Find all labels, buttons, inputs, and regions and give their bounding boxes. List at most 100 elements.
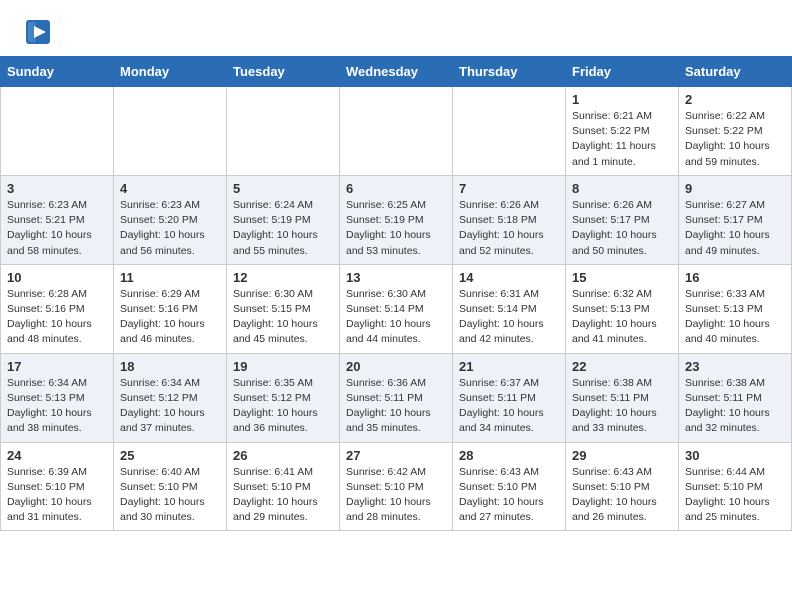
day-number: 30 bbox=[685, 448, 785, 463]
day-info: Sunrise: 6:30 AM Sunset: 5:15 PM Dayligh… bbox=[233, 287, 333, 348]
calendar-cell: 27 Sunrise: 6:42 AM Sunset: 5:10 PM Dayli… bbox=[340, 442, 453, 531]
day-number: 7 bbox=[459, 181, 559, 196]
day-number: 22 bbox=[572, 359, 672, 374]
calendar-week-row: 17 Sunrise: 6:34 AM Sunset: 5:13 PM Dayli… bbox=[1, 353, 792, 442]
day-info: Sunrise: 6:23 AM Sunset: 5:21 PM Dayligh… bbox=[7, 198, 107, 259]
day-number: 25 bbox=[120, 448, 220, 463]
calendar-cell: 17 Sunrise: 6:34 AM Sunset: 5:13 PM Dayli… bbox=[1, 353, 114, 442]
calendar-header-tuesday: Tuesday bbox=[227, 57, 340, 87]
day-number: 5 bbox=[233, 181, 333, 196]
day-number: 16 bbox=[685, 270, 785, 285]
day-number: 29 bbox=[572, 448, 672, 463]
calendar-header-sunday: Sunday bbox=[1, 57, 114, 87]
day-number: 13 bbox=[346, 270, 446, 285]
day-number: 21 bbox=[459, 359, 559, 374]
day-number: 28 bbox=[459, 448, 559, 463]
day-info: Sunrise: 6:42 AM Sunset: 5:10 PM Dayligh… bbox=[346, 465, 446, 526]
calendar-cell: 1 Sunrise: 6:21 AM Sunset: 5:22 PM Daylig… bbox=[566, 87, 679, 176]
day-info: Sunrise: 6:34 AM Sunset: 5:13 PM Dayligh… bbox=[7, 376, 107, 437]
calendar-cell: 8 Sunrise: 6:26 AM Sunset: 5:17 PM Daylig… bbox=[566, 175, 679, 264]
page-header bbox=[0, 0, 792, 56]
day-info: Sunrise: 6:26 AM Sunset: 5:18 PM Dayligh… bbox=[459, 198, 559, 259]
logo-icon bbox=[24, 18, 52, 46]
day-number: 11 bbox=[120, 270, 220, 285]
calendar-cell: 20 Sunrise: 6:36 AM Sunset: 5:11 PM Dayli… bbox=[340, 353, 453, 442]
calendar-header-thursday: Thursday bbox=[453, 57, 566, 87]
calendar-cell bbox=[227, 87, 340, 176]
calendar-cell: 16 Sunrise: 6:33 AM Sunset: 5:13 PM Dayli… bbox=[679, 264, 792, 353]
day-number: 8 bbox=[572, 181, 672, 196]
calendar-cell: 3 Sunrise: 6:23 AM Sunset: 5:21 PM Daylig… bbox=[1, 175, 114, 264]
day-info: Sunrise: 6:44 AM Sunset: 5:10 PM Dayligh… bbox=[685, 465, 785, 526]
calendar-table: SundayMondayTuesdayWednesdayThursdayFrid… bbox=[0, 56, 792, 531]
day-info: Sunrise: 6:25 AM Sunset: 5:19 PM Dayligh… bbox=[346, 198, 446, 259]
day-number: 6 bbox=[346, 181, 446, 196]
day-info: Sunrise: 6:21 AM Sunset: 5:22 PM Dayligh… bbox=[572, 109, 672, 170]
calendar-week-row: 10 Sunrise: 6:28 AM Sunset: 5:16 PM Dayli… bbox=[1, 264, 792, 353]
calendar-cell: 25 Sunrise: 6:40 AM Sunset: 5:10 PM Dayli… bbox=[114, 442, 227, 531]
calendar-cell: 24 Sunrise: 6:39 AM Sunset: 5:10 PM Dayli… bbox=[1, 442, 114, 531]
calendar-header-row: SundayMondayTuesdayWednesdayThursdayFrid… bbox=[1, 57, 792, 87]
calendar-cell: 15 Sunrise: 6:32 AM Sunset: 5:13 PM Dayli… bbox=[566, 264, 679, 353]
calendar-week-row: 24 Sunrise: 6:39 AM Sunset: 5:10 PM Dayli… bbox=[1, 442, 792, 531]
day-info: Sunrise: 6:34 AM Sunset: 5:12 PM Dayligh… bbox=[120, 376, 220, 437]
logo bbox=[24, 18, 56, 46]
day-number: 19 bbox=[233, 359, 333, 374]
calendar-cell bbox=[453, 87, 566, 176]
calendar-cell: 13Sunrise: 6:30 AM Sunset: 5:14 PM Dayli… bbox=[340, 264, 453, 353]
day-number: 17 bbox=[7, 359, 107, 374]
day-info: Sunrise: 6:24 AM Sunset: 5:19 PM Dayligh… bbox=[233, 198, 333, 259]
calendar-cell: 19 Sunrise: 6:35 AM Sunset: 5:12 PM Dayli… bbox=[227, 353, 340, 442]
day-number: 23 bbox=[685, 359, 785, 374]
calendar-cell: 2 Sunrise: 6:22 AM Sunset: 5:22 PM Daylig… bbox=[679, 87, 792, 176]
day-number: 18 bbox=[120, 359, 220, 374]
day-number: 10 bbox=[7, 270, 107, 285]
calendar-cell: 28 Sunrise: 6:43 AM Sunset: 5:10 PM Dayli… bbox=[453, 442, 566, 531]
calendar-cell: 21 Sunrise: 6:37 AM Sunset: 5:11 PM Dayli… bbox=[453, 353, 566, 442]
calendar-cell: 6 Sunrise: 6:25 AM Sunset: 5:19 PM Daylig… bbox=[340, 175, 453, 264]
day-info: Sunrise: 6:38 AM Sunset: 5:11 PM Dayligh… bbox=[685, 376, 785, 437]
calendar-cell: 11Sunrise: 6:29 AM Sunset: 5:16 PM Dayli… bbox=[114, 264, 227, 353]
day-number: 15 bbox=[572, 270, 672, 285]
day-info: Sunrise: 6:22 AM Sunset: 5:22 PM Dayligh… bbox=[685, 109, 785, 170]
day-info: Sunrise: 6:37 AM Sunset: 5:11 PM Dayligh… bbox=[459, 376, 559, 437]
day-info: Sunrise: 6:31 AM Sunset: 5:14 PM Dayligh… bbox=[459, 287, 559, 348]
calendar-header-wednesday: Wednesday bbox=[340, 57, 453, 87]
day-number: 9 bbox=[685, 181, 785, 196]
calendar-header-saturday: Saturday bbox=[679, 57, 792, 87]
calendar-cell: 22Sunrise: 6:38 AM Sunset: 5:11 PM Dayli… bbox=[566, 353, 679, 442]
day-info: Sunrise: 6:39 AM Sunset: 5:10 PM Dayligh… bbox=[7, 465, 107, 526]
day-info: Sunrise: 6:36 AM Sunset: 5:11 PM Dayligh… bbox=[346, 376, 446, 437]
day-info: Sunrise: 6:40 AM Sunset: 5:10 PM Dayligh… bbox=[120, 465, 220, 526]
day-info: Sunrise: 6:28 AM Sunset: 5:16 PM Dayligh… bbox=[7, 287, 107, 348]
day-number: 27 bbox=[346, 448, 446, 463]
day-number: 2 bbox=[685, 92, 785, 107]
day-info: Sunrise: 6:41 AM Sunset: 5:10 PM Dayligh… bbox=[233, 465, 333, 526]
day-info: Sunrise: 6:27 AM Sunset: 5:17 PM Dayligh… bbox=[685, 198, 785, 259]
calendar-cell: 23 Sunrise: 6:38 AM Sunset: 5:11 PM Dayli… bbox=[679, 353, 792, 442]
day-info: Sunrise: 6:23 AM Sunset: 5:20 PM Dayligh… bbox=[120, 198, 220, 259]
calendar-week-row: 1 Sunrise: 6:21 AM Sunset: 5:22 PM Daylig… bbox=[1, 87, 792, 176]
day-number: 24 bbox=[7, 448, 107, 463]
calendar-header-friday: Friday bbox=[566, 57, 679, 87]
day-info: Sunrise: 6:35 AM Sunset: 5:12 PM Dayligh… bbox=[233, 376, 333, 437]
day-number: 20 bbox=[346, 359, 446, 374]
day-number: 1 bbox=[572, 92, 672, 107]
day-info: Sunrise: 6:32 AM Sunset: 5:13 PM Dayligh… bbox=[572, 287, 672, 348]
calendar-cell bbox=[340, 87, 453, 176]
calendar-cell: 29 Sunrise: 6:43 AM Sunset: 5:10 PM Dayli… bbox=[566, 442, 679, 531]
calendar-cell: 4Sunrise: 6:23 AM Sunset: 5:20 PM Daylig… bbox=[114, 175, 227, 264]
calendar-cell: 12 Sunrise: 6:30 AM Sunset: 5:15 PM Dayli… bbox=[227, 264, 340, 353]
day-info: Sunrise: 6:43 AM Sunset: 5:10 PM Dayligh… bbox=[572, 465, 672, 526]
day-info: Sunrise: 6:43 AM Sunset: 5:10 PM Dayligh… bbox=[459, 465, 559, 526]
calendar-cell: 14Sunrise: 6:31 AM Sunset: 5:14 PM Dayli… bbox=[453, 264, 566, 353]
calendar-cell bbox=[114, 87, 227, 176]
calendar-cell: 10 Sunrise: 6:28 AM Sunset: 5:16 PM Dayli… bbox=[1, 264, 114, 353]
day-number: 12 bbox=[233, 270, 333, 285]
day-number: 3 bbox=[7, 181, 107, 196]
calendar-cell: 18 Sunrise: 6:34 AM Sunset: 5:12 PM Dayli… bbox=[114, 353, 227, 442]
calendar-header-monday: Monday bbox=[114, 57, 227, 87]
day-info: Sunrise: 6:33 AM Sunset: 5:13 PM Dayligh… bbox=[685, 287, 785, 348]
day-info: Sunrise: 6:26 AM Sunset: 5:17 PM Dayligh… bbox=[572, 198, 672, 259]
calendar-cell: 5 Sunrise: 6:24 AM Sunset: 5:19 PM Daylig… bbox=[227, 175, 340, 264]
